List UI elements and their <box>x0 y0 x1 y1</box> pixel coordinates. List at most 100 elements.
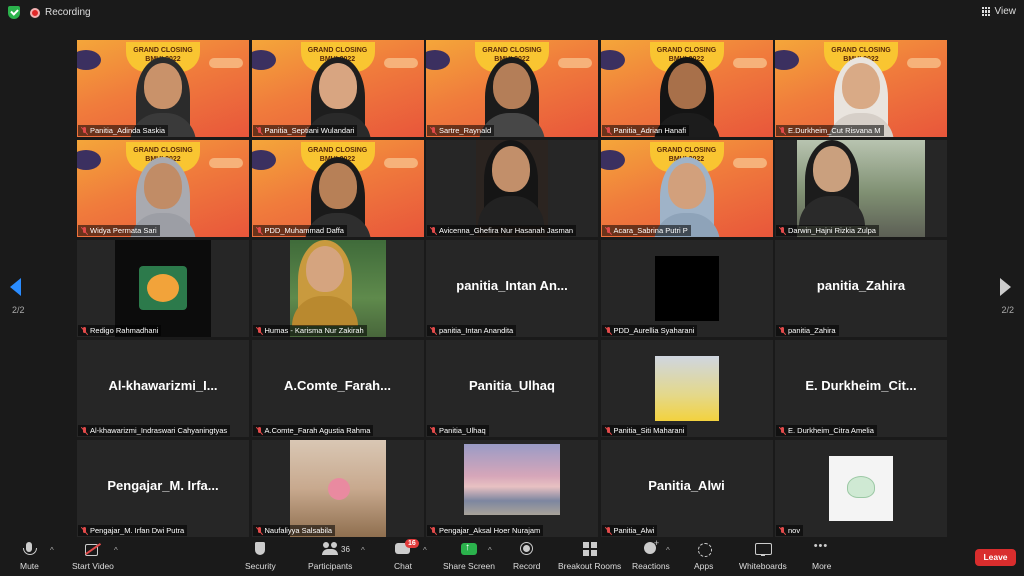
participant-tile[interactable]: Al-khawarizmi_I... Al-khawarizmi_Indraswa… <box>77 340 249 437</box>
next-page-button[interactable] <box>1000 278 1014 300</box>
participant-tile[interactable]: Panitia_Ulhaq Panitia_Ulhaq <box>426 340 598 437</box>
meeting-toolbar: Mute ^ Start Video ^ Security Participan… <box>0 538 1024 576</box>
participant-tile[interactable]: GRAND CLOSING BMUI 2022Panitia_Adrian Ha… <box>600 40 773 137</box>
participant-tile[interactable]: GRAND CLOSING BMUI 2022Sartre_Raynald <box>426 40 598 137</box>
shield-icon <box>252 542 268 556</box>
muted-microphone-icon <box>81 326 88 335</box>
participant-tile[interactable]: GRAND CLOSING BMUI 2022Panitia_Adinda Sa… <box>77 40 249 137</box>
participant-name-label: Avicenna_Ghefira Nur Hasanah Jasman <box>427 225 577 236</box>
participant-name: Sartre_Raynald <box>439 126 492 135</box>
muted-microphone-icon <box>605 226 612 235</box>
more-button[interactable]: More <box>812 540 831 571</box>
whiteboards-button[interactable]: Whiteboards <box>739 542 787 571</box>
background-cloud <box>383 58 418 68</box>
view-button[interactable]: View <box>981 6 1016 17</box>
security-button[interactable]: Security <box>245 542 276 571</box>
security-shield-icon[interactable] <box>8 6 20 19</box>
participant-tile[interactable]: Naufaliyya Salsabila <box>251 440 424 537</box>
participant-tile[interactable]: Avicenna_Ghefira Nur Hasanah Jasman <box>426 140 598 237</box>
participant-profile-picture <box>654 256 719 321</box>
previous-page-button[interactable] <box>10 278 24 300</box>
participant-display-name: Panitia_Alwi <box>648 478 725 493</box>
leave-button[interactable]: Leave <box>975 549 1016 566</box>
chat-button[interactable]: 16 Chat <box>394 539 419 571</box>
background-cloud <box>251 150 276 170</box>
participant-face <box>305 246 344 292</box>
apps-button[interactable]: Apps <box>694 542 713 571</box>
participant-tile[interactable]: Panitia_Siti Maharani <box>600 340 773 437</box>
background-cloud <box>600 150 625 170</box>
participant-tile[interactable]: Humas - Karisma Nur Zakirah <box>251 240 424 337</box>
participant-video <box>476 140 548 237</box>
participant-tile[interactable]: GRAND CLOSING BMUI 2022Widya Permata Sar… <box>77 140 249 237</box>
video-options-caret[interactable]: ^ <box>114 546 118 555</box>
muted-microphone-icon <box>430 126 437 135</box>
participant-name-label: PDD_Muhammad Daffa <box>252 225 347 236</box>
apps-label: Apps <box>694 561 714 571</box>
audio-options-caret[interactable]: ^ <box>50 546 54 555</box>
participant-tile[interactable]: A.Comte_Farah... A.Comte_Farah Agustia Ra… <box>251 340 424 437</box>
participants-options-caret[interactable]: ^ <box>361 546 365 555</box>
muted-microphone-icon <box>605 526 612 535</box>
participant-name: Panitia_Adinda Saskia <box>90 126 166 135</box>
participant-tile[interactable]: panitia_Zahira panitia_Zahira <box>775 240 947 337</box>
participant-tile[interactable]: GRAND CLOSING BMUI 2022Panitia_Septiani … <box>251 40 424 137</box>
participant-tile[interactable]: nov <box>775 440 947 537</box>
muted-microphone-icon <box>256 526 263 535</box>
participant-display-name: E. Durkheim_Cit... <box>805 378 917 393</box>
mute-button[interactable]: Mute <box>20 542 39 571</box>
participant-tile[interactable]: Darwin_Hajni Rizkia Zulpa <box>775 140 947 237</box>
security-label: Security <box>245 561 276 571</box>
page-indicator-right: 2/2 <box>1001 305 1014 315</box>
background-cloud <box>775 50 799 70</box>
participant-display-name: Al-khawarizmi_I... <box>108 378 218 393</box>
reactions-options-caret[interactable]: ^ <box>666 546 670 555</box>
participant-tile[interactable]: Panitia_Alwi Panitia_Alwi <box>600 440 773 537</box>
grid-view-icon <box>981 7 991 16</box>
recording-label: Recording <box>45 7 91 18</box>
participant-tile[interactable]: Redigo Rahmadhani <box>77 240 249 337</box>
record-button[interactable]: Record <box>513 542 540 571</box>
mute-label: Mute <box>20 561 39 571</box>
reactions-button[interactable]: Reactions <box>632 538 670 571</box>
participant-tile[interactable]: panitia_Intan An... panitia_Intan Anandit… <box>426 240 598 337</box>
participant-tile[interactable]: E. Durkheim_Cit... E. Durkheim_Citra Amel… <box>775 340 947 437</box>
start-video-button[interactable]: Start Video <box>72 542 114 571</box>
participant-tile[interactable]: Pengajar_M. Irfa... Pengajar_M. Irfan Dwi… <box>77 440 249 537</box>
share-options-caret[interactable]: ^ <box>488 546 492 555</box>
participant-face <box>318 163 357 209</box>
participant-tile[interactable]: GRAND CLOSING BMUI 2022E.Durkheim_Cut Ri… <box>775 40 947 137</box>
participant-tile[interactable]: GRAND CLOSING BMUI 2022Acara_Sabrina Put… <box>600 140 773 237</box>
participant-profile-picture <box>464 444 560 515</box>
participant-face <box>318 63 357 109</box>
participant-name-label: Acara_Sabrina Putri P <box>601 225 691 236</box>
participant-face <box>667 63 706 109</box>
participant-profile-picture <box>829 456 893 521</box>
participant-tile[interactable]: GRAND CLOSING BMUI 2022PDD_Muhammad Daff… <box>251 140 424 237</box>
participant-name-label: Al-khawarizmi_Indraswari Cahyaningtyas <box>78 425 231 436</box>
participant-name: Al-khawarizmi_Indraswari Cahyaningtyas <box>90 426 228 435</box>
breakout-rooms-label: Breakout Rooms <box>558 561 622 571</box>
participant-name-label: Pengajar_Aksal Hoer Nurajam <box>427 525 544 536</box>
participant-tile[interactable]: PDD_Aurellia Syaharani <box>600 240 773 337</box>
participant-tile[interactable]: Pengajar_Aksal Hoer Nurajam <box>426 440 598 537</box>
participant-name: E. Durkheim_Citra Amelia <box>788 426 874 435</box>
chat-options-caret[interactable]: ^ <box>423 546 427 555</box>
whiteboard-icon <box>754 542 772 556</box>
background-cloud <box>600 50 625 70</box>
participant-name: E.Durkheim_Cut Risvana M <box>788 126 881 135</box>
reactions-label: Reactions <box>632 561 670 571</box>
participant-name: Pengajar_M. Irfan Dwi Putra <box>90 526 185 535</box>
participant-name-label: Panitia_Alwi <box>601 525 658 536</box>
top-bar: Recording View <box>0 0 1024 26</box>
participants-label: Participants <box>308 561 353 571</box>
background-cloud <box>251 50 276 70</box>
participant-name-label: Widya Permata Sari <box>78 225 160 236</box>
participant-name-label: PDD_Aurellia Syaharani <box>601 325 698 336</box>
participant-name-label: Sartre_Raynald <box>427 125 495 136</box>
breakout-rooms-button[interactable]: Breakout Rooms <box>558 542 621 571</box>
participant-face <box>144 63 182 109</box>
participant-name: Panitia_Septiani Wulandari <box>264 126 355 135</box>
reactions-icon <box>643 538 659 556</box>
participant-face <box>144 163 182 209</box>
